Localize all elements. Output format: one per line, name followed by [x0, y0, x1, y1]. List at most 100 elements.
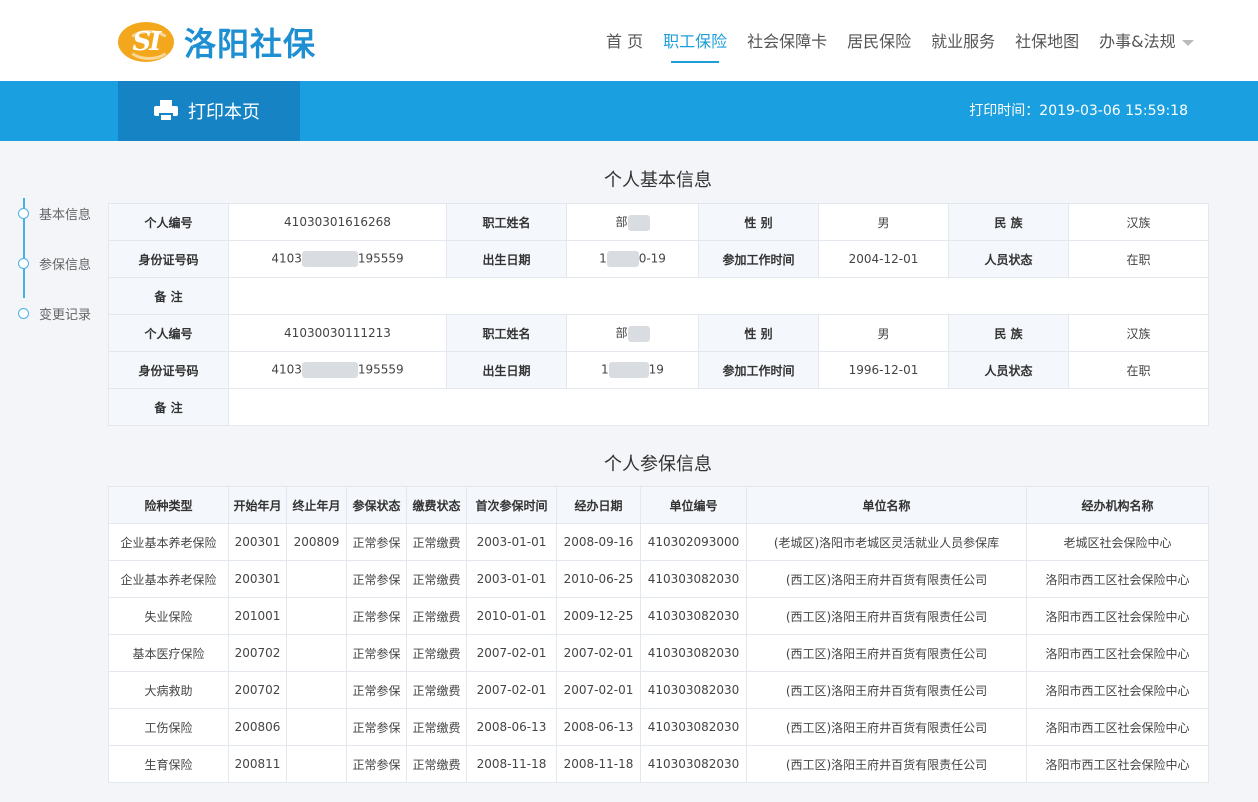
birth-prefix: 1: [599, 251, 607, 266]
insurance-info-title: 个人参保信息: [604, 454, 712, 475]
table-cell: [286, 745, 347, 783]
table-cell: 失业保险: [108, 597, 229, 635]
table-header-row: 险种类型 开始年月 终止年月 参保状态 缴费状态 首次参保时间 经办日期 单位编号 单位名称 经办…: [108, 486, 1209, 524]
insurance-info-table: 险种类型 开始年月 终止年月 参保状态 缴费状态 首次参保时间 经办日期 单位编号 单位名称 经办…: [108, 486, 1209, 783]
name-text: 部: [615, 215, 628, 230]
table-cell: 正常参保: [346, 708, 407, 746]
value-id-no: 4103 195559: [228, 351, 447, 389]
print-page-button[interactable]: 打印本页: [118, 81, 300, 141]
sidebar-item-label: 变更记录: [39, 307, 92, 323]
table-cell: [286, 634, 347, 672]
table-cell: 200809: [286, 523, 347, 561]
table-row: 企业基本养老保险 200301 正常参保 正常缴费 2003-01-01 2010-06-…: [108, 560, 1209, 598]
table-row: 失业保险 201001 正常参保 正常缴费 2010-01-01 2009-12-25 41…: [108, 597, 1209, 635]
label-gender: 性 别: [698, 203, 819, 241]
table-cell: 410303082030: [640, 560, 747, 598]
insurance-rows: 企业基本养老保险 200301 200809 正常参保 正常缴费 2003-01-01 20…: [108, 523, 1209, 783]
value-birth: 1 19: [566, 351, 699, 389]
label-name: 职工姓名: [446, 314, 567, 352]
logo-text: 洛阳社保: [184, 25, 317, 63]
table-cell: 200811: [228, 745, 287, 783]
table-cell: 正常参保: [346, 523, 407, 561]
sidebar-item-basic-info[interactable]: 基本信息: [18, 188, 91, 238]
table-row: 备 注: [108, 388, 1209, 426]
label-status: 人员状态: [948, 240, 1069, 278]
label-gender: 性 别: [698, 314, 819, 352]
site-logo[interactable]: SI 洛阳社保: [118, 18, 316, 66]
nav-resident-insurance[interactable]: 居民保险: [837, 0, 921, 81]
table-cell: 410303082030: [640, 708, 747, 746]
nav-affairs-regulations[interactable]: 办事&法规: [1089, 0, 1203, 81]
nav-social-security-map[interactable]: 社保地图: [1005, 0, 1089, 81]
label-person-no: 个人编号: [108, 203, 229, 241]
value-name: 部: [566, 203, 699, 241]
column-header: 单位名称: [746, 486, 1027, 524]
redaction-mark: [627, 214, 650, 231]
value-birth: 1 0-19: [566, 240, 699, 278]
table-row: 基本医疗保险 200702 正常参保 正常缴费 2007-02-01 2007-02-01…: [108, 634, 1209, 672]
table-row: 备 注: [108, 277, 1209, 315]
table-cell: 正常参保: [346, 597, 407, 635]
table-cell: 洛阳市西工区社会保险中心: [1026, 597, 1209, 635]
value-remark: [228, 388, 1209, 426]
table-cell: [286, 671, 347, 709]
table-cell: 正常缴费: [406, 708, 467, 746]
nav-home[interactable]: 首 页: [596, 0, 653, 81]
label-work-start: 参加工作时间: [698, 351, 819, 389]
value-work-start: 1996-12-01: [818, 351, 949, 389]
table-cell: 2007-02-01: [466, 671, 557, 709]
nav-affairs-label: 办事&法规: [1099, 32, 1176, 51]
label-status: 人员状态: [948, 351, 1069, 389]
redaction-mark: [606, 251, 639, 267]
birth-prefix: 1: [601, 362, 609, 377]
table-cell: 老城区社会保险中心: [1026, 523, 1209, 561]
table-cell: 正常缴费: [406, 671, 467, 709]
table-cell: 200702: [228, 634, 287, 672]
sidebar-item-change-records[interactable]: 变更记录: [18, 288, 91, 338]
table-cell: 410303082030: [640, 597, 747, 635]
label-ethnicity: 民 族: [948, 314, 1069, 352]
table-cell: 410303082030: [640, 745, 747, 783]
label-ethnicity: 民 族: [948, 203, 1069, 241]
value-gender: 男: [818, 314, 949, 352]
table-row: 身份证号码 4103 195559 出生日期 1 19 参加工作时间 1996-12…: [108, 351, 1209, 389]
nav-employee-insurance[interactable]: 职工保险: [653, 0, 737, 81]
nav-employment-service[interactable]: 就业服务: [921, 0, 1005, 81]
table-cell: 200806: [228, 708, 287, 746]
redaction-mark: [301, 362, 358, 378]
section-sidebar: 基本信息 参保信息 变更记录: [18, 188, 91, 338]
column-header: 险种类型: [108, 486, 229, 524]
label-remark: 备 注: [108, 277, 229, 315]
table-cell: 2008-11-18: [466, 745, 557, 783]
value-gender: 男: [818, 203, 949, 241]
table-cell: [286, 597, 347, 635]
table-cell: 410302093000: [640, 523, 747, 561]
birth-suffix: 0-19: [638, 251, 666, 266]
name-text: 部: [615, 326, 628, 341]
nav-social-security-card[interactable]: 社会保障卡: [737, 0, 837, 81]
table-cell: 正常缴费: [406, 634, 467, 672]
table-cell: (老城区)洛阳市老城区灵活就业人员参保库: [746, 523, 1027, 561]
table-cell: 大病救助: [108, 671, 229, 709]
value-work-start: 2004-12-01: [818, 240, 949, 278]
value-status: 在职: [1068, 240, 1209, 278]
table-cell: (西工区)洛阳王府井百货有限责任公司: [746, 560, 1027, 598]
table-cell: 410303082030: [640, 634, 747, 672]
print-toolbar: 打印本页 打印时间：2019-03-06 15:59:18: [0, 81, 1258, 141]
table-cell: 410303082030: [640, 671, 747, 709]
table-cell: 正常参保: [346, 671, 407, 709]
table-cell: 正常参保: [346, 745, 407, 783]
value-name: 部: [566, 314, 699, 352]
column-header: 经办日期: [556, 486, 641, 524]
label-id-no: 身份证号码: [108, 351, 229, 389]
table-cell: 2008-11-18: [556, 745, 641, 783]
table-cell: 洛阳市西工区社会保险中心: [1026, 634, 1209, 672]
table-cell: 2008-06-13: [556, 708, 641, 746]
label-person-no: 个人编号: [108, 314, 229, 352]
id-prefix: 4103: [271, 362, 302, 377]
table-cell: 企业基本养老保险: [108, 560, 229, 598]
circle-icon: [18, 307, 29, 319]
sidebar-item-insurance-info[interactable]: 参保信息: [18, 238, 91, 288]
table-cell: 工伤保险: [108, 708, 229, 746]
table-cell: [286, 560, 347, 598]
